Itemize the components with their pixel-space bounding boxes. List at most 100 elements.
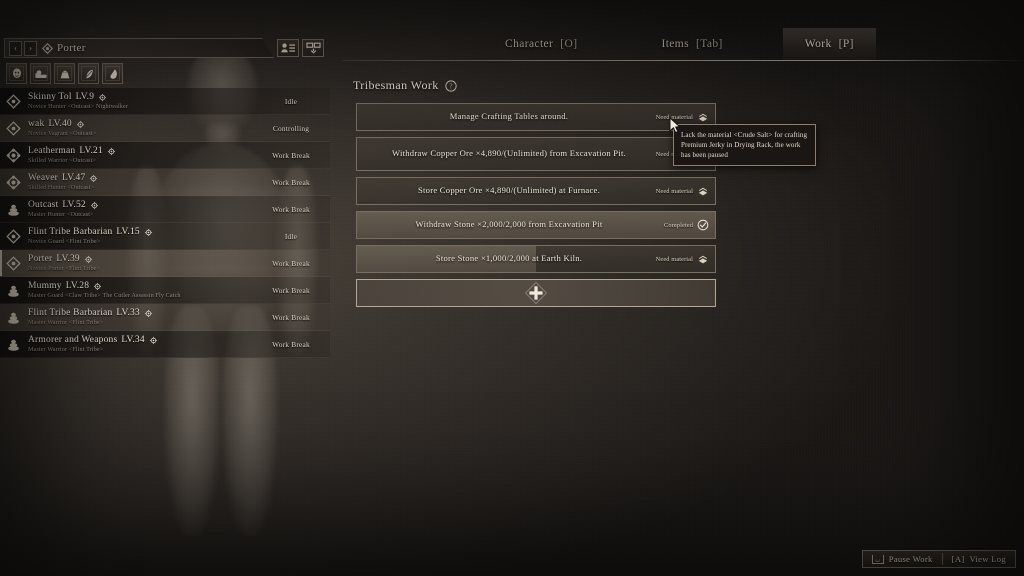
completed-check-icon (697, 219, 709, 231)
view-log-button[interactable]: [A] View Log (943, 551, 1015, 567)
character-row[interactable]: Flint Tribe Barbarian LV.15 Novice Guard <… (0, 223, 330, 250)
work-task-row[interactable]: Store Copper Ore ×4,890/(Unlimited) at F… (356, 177, 716, 205)
character-header: ‹ › Porter (4, 38, 324, 58)
tribe-badge-icon (90, 201, 99, 209)
pause-work-label: Pause Work (888, 554, 933, 564)
character-roster-panel: ‹ › Porter Skinny Tol LV.9 Novice Hunter… (0, 38, 330, 358)
character-row-text: Armorer and Weapons LV.34 Master Warrior <… (28, 335, 258, 353)
task-state-text: Need material (655, 113, 693, 121)
rank-novice-icon (6, 255, 21, 271)
task-state-text: Completed (664, 221, 693, 229)
tribe-badge-icon (149, 336, 158, 344)
character-row-text: wak LV.40 Novice Vagrant <Outcast> (28, 119, 258, 137)
character-row-level: LV.9 (75, 92, 95, 102)
character-row-status: Controlling (272, 123, 310, 133)
character-row[interactable]: Flint Tribe Barbarian LV.33 Master Warrior… (0, 304, 330, 331)
character-row-text: Porter LV.39 Novice Porter <Flint Tribe> (28, 254, 258, 272)
filter-animal-icon[interactable] (102, 63, 123, 84)
plus-add-icon (524, 281, 548, 305)
character-row-status: Work Break (272, 177, 310, 187)
character-name-line: Porter LV.39 (28, 254, 258, 264)
tab-underline (343, 60, 1024, 61)
work-task-row[interactable]: Manage Crafting Tables around. Need mater… (356, 103, 716, 131)
character-row[interactable]: Skinny Tol LV.9 Novice Hunter <Outcast> Ni… (0, 88, 330, 115)
character-row-subtitle: Master Warrior <Flint Tribe> (28, 319, 104, 326)
filter-face-icon[interactable] (6, 63, 27, 84)
filter-food-icon[interactable] (78, 63, 99, 84)
task-state: Need material (656, 253, 709, 265)
help-question-icon[interactable]: ? (445, 79, 457, 92)
task-label: Withdraw Stone ×2,000/2,000 from Excavat… (415, 219, 603, 230)
character-row-subtitle: Novice Guard <Flint Tribe> (28, 238, 101, 245)
character-row-name: Outcast (28, 200, 59, 210)
view-log-label: View Log (969, 554, 1006, 564)
selected-character-name: Porter (57, 42, 86, 54)
pause-work-button[interactable]: ␣ Pause Work (863, 551, 942, 567)
need-material-icon (697, 113, 709, 122)
tribe-badge-icon (107, 147, 116, 155)
grid-view-button[interactable] (302, 39, 324, 57)
character-row-name: Leatherman (28, 146, 76, 156)
work-task-list: Manage Crafting Tables around. Need mater… (356, 103, 716, 307)
roster-list-button[interactable] (277, 39, 299, 57)
character-row-level: LV.34 (121, 335, 145, 345)
tooltip-text: Lack the material <Crude Salt> for craft… (681, 131, 808, 160)
filter-weight-icon[interactable] (54, 63, 75, 84)
leaf-food-glyph-icon (84, 69, 93, 78)
character-row-status: Idle (284, 231, 298, 241)
prev-character-button[interactable]: ‹ (9, 41, 22, 56)
rank-skilled-icon (6, 147, 21, 163)
tab-work[interactable]: Work [P] (782, 28, 876, 60)
character-row-status: Work Break (272, 204, 310, 214)
need-material-icon (697, 255, 709, 264)
character-row-name: Porter (28, 254, 53, 264)
character-list: Skinny Tol LV.9 Novice Hunter <Outcast> Ni… (0, 88, 330, 358)
character-row-text: Mummy LV.28 Master Guard <Claw Tribe> The … (28, 281, 258, 299)
next-character-button[interactable]: › (24, 41, 37, 56)
game-screen: ‹ › Porter Skinny Tol LV.9 Novice Hunter… (0, 0, 1024, 576)
character-row-status: Work Break (272, 285, 310, 295)
character-row[interactable]: Porter LV.39 Novice Porter <Flint Tribe> Wo… (0, 250, 330, 277)
roster-list-icon (281, 43, 295, 53)
character-row-subtitle: Skilled Hunter <Outcast> (28, 184, 95, 191)
work-task-row[interactable]: Withdraw Copper Ore ×4,890/(Unlimited) f… (356, 137, 716, 171)
character-row-subtitle: Novice Vagrant <Outcast> (28, 130, 97, 137)
tribe-badge-icon (90, 174, 98, 182)
need-material-icon (697, 187, 709, 196)
work-paused-tooltip: Lack the material <Crude Salt> for craft… (673, 124, 816, 167)
add-task-button[interactable] (356, 279, 716, 307)
tab-label: Character (505, 38, 554, 50)
character-row[interactable]: Armorer and Weapons LV.34 Master Warrior <… (0, 331, 330, 358)
work-panel-title: Tribesman Work (353, 78, 439, 92)
tab-items[interactable]: Items [Tab] (639, 28, 744, 60)
character-name-line: Flint Tribe Barbarian LV.15 (28, 227, 258, 237)
filter-rest-icon[interactable] (30, 63, 51, 84)
character-row[interactable]: Leatherman LV.21 Skilled Warrior <Outcast>… (0, 142, 330, 169)
character-name-line: Skinny Tol LV.9 (28, 92, 258, 102)
tab-label: Items (661, 38, 690, 50)
character-row-subtitle: Novice Porter <Flint Tribe> (28, 265, 101, 272)
character-row[interactable]: wak LV.40 Novice Vagrant <Outcast> Controll… (0, 115, 330, 142)
character-row[interactable]: Weaver LV.47 Skilled Hunter <Outcast> Work … (0, 169, 330, 196)
character-row[interactable]: Mummy LV.28 Master Guard <Claw Tribe> The … (0, 277, 330, 304)
work-task-row[interactable]: Withdraw Stone ×2,000/2,000 from Excavat… (356, 211, 716, 239)
grid-view-icon (305, 42, 321, 54)
character-row-subtitle: Master Guard <Claw Tribe> The Cutler Ass… (28, 292, 181, 299)
tribe-badge-icon (93, 282, 102, 290)
filter-icon-row (6, 63, 330, 84)
svg-text:?: ? (449, 82, 452, 90)
tribe-badge-icon (98, 93, 107, 101)
diamond-rank-icon (42, 43, 53, 54)
tab-spacer (745, 28, 783, 60)
tribe-badge-icon (84, 255, 93, 263)
work-task-row[interactable]: Store Stone ×1,000/2,000 at Earth Kiln. N… (356, 245, 716, 273)
character-row-name: Skinny Tol (28, 92, 72, 102)
character-name-line: Mummy LV.28 (28, 281, 258, 291)
character-name-line: Leatherman LV.21 (28, 146, 258, 156)
character-row-level: LV.15 (116, 227, 140, 237)
character-row-level: LV.52 (62, 200, 86, 210)
character-row[interactable]: Outcast LV.52 Master Hunter <Outcast> Work … (0, 196, 330, 223)
tab-character[interactable]: Character [O] (483, 28, 599, 60)
character-row-name: wak (28, 119, 45, 129)
task-state: Completed (664, 219, 709, 231)
